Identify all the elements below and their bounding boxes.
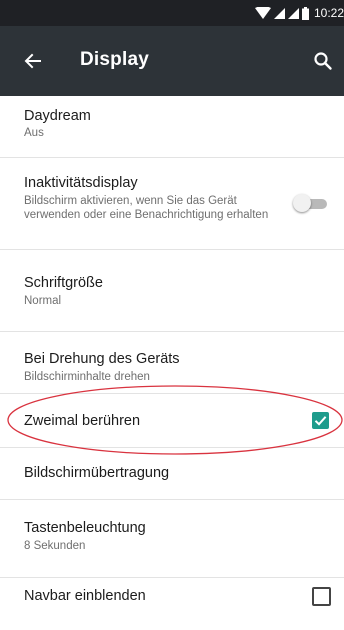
status-time: 10:22	[313, 6, 344, 20]
app-bar: Display	[0, 26, 344, 96]
settings-list: Daydream Aus Inaktivitätsdisplay Bildsch…	[0, 96, 344, 630]
inaktivitaetsdisplay-toggle[interactable]	[293, 194, 329, 212]
setting-title: Bildschirmübertragung	[24, 465, 170, 481]
status-icons: 10:22	[254, 0, 344, 26]
setting-navbar[interactable]: Navbar einblenden	[0, 578, 344, 630]
signal-icon	[273, 7, 285, 19]
setting-title: Tastenbeleuchtung	[24, 520, 146, 536]
toggle-thumb	[293, 194, 311, 212]
setting-subtitle: 8 Sekunden	[24, 540, 86, 552]
checkmark-icon	[314, 416, 327, 426]
setting-title: Navbar einblenden	[24, 588, 146, 604]
setting-title: Schriftgröße	[24, 275, 103, 291]
zweimal-beruehren-checkbox[interactable]	[312, 412, 329, 429]
setting-subtitle: Normal	[24, 295, 62, 307]
setting-subtitle: Bildschirm aktivieren, wenn Sie das Gerä…	[24, 195, 269, 221]
arrow-left-icon[interactable]	[22, 50, 44, 72]
page-title: Display	[80, 49, 149, 70]
setting-inaktivitaetsdisplay[interactable]: Inaktivitätsdisplay Bildschirm aktiviere…	[0, 158, 344, 250]
setting-title: Inaktivitätsdisplay	[24, 175, 138, 191]
setting-daydream[interactable]: Daydream Aus	[0, 96, 344, 158]
setting-title: Bei Drehung des Geräts	[24, 351, 180, 367]
setting-subtitle: Bildschirminhalte drehen	[24, 371, 150, 383]
navbar-checkbox[interactable]	[312, 587, 331, 606]
setting-bildschirmuebertragung[interactable]: Bildschirmübertragung	[0, 448, 344, 500]
search-icon[interactable]	[312, 50, 334, 72]
setting-title: Zweimal berühren	[24, 413, 141, 429]
setting-drehung[interactable]: Bei Drehung des Geräts Bildschirminhalte…	[0, 332, 344, 394]
wifi-icon	[254, 7, 271, 19]
battery-icon	[301, 6, 309, 20]
setting-subtitle: Aus	[24, 127, 44, 139]
setting-title: Daydream	[24, 108, 91, 124]
status-bar: 10:22	[0, 0, 344, 26]
setting-zweimal-beruehren[interactable]: Zweimal berühren	[0, 394, 344, 448]
signal-icon-2	[287, 7, 299, 19]
setting-tastenbeleuchtung[interactable]: Tastenbeleuchtung 8 Sekunden	[0, 500, 344, 578]
setting-schriftgroesse[interactable]: Schriftgröße Normal	[0, 250, 344, 332]
